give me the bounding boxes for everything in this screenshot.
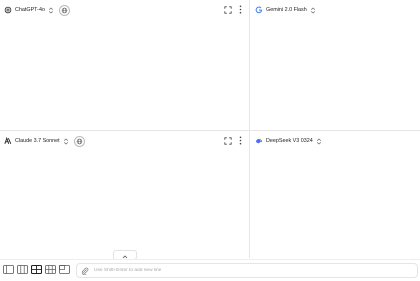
pane-header: Claude 3.7 Sonnet xyxy=(0,131,248,151)
six-grid-layout-icon[interactable] xyxy=(45,265,56,274)
globe-icon[interactable] xyxy=(58,4,70,16)
openai-logo-icon xyxy=(4,6,12,14)
single-layout-icon[interactable] xyxy=(3,265,14,274)
model-selector[interactable]: ChatGPT-4o xyxy=(1,3,57,18)
more-options-icon[interactable] xyxy=(236,5,245,14)
message-input[interactable] xyxy=(94,268,394,273)
model-name: ChatGPT-4o xyxy=(15,7,45,13)
expand-icon[interactable] xyxy=(223,136,232,145)
vertical-divider xyxy=(249,0,250,258)
more-options-icon[interactable] xyxy=(236,136,245,145)
globe-icon[interactable] xyxy=(73,135,85,147)
model-name: Gemini 2.0 Flash xyxy=(266,7,307,13)
model-selector[interactable]: Claude 3.7 Sonnet xyxy=(1,134,72,149)
chevron-updown-icon xyxy=(316,138,322,145)
model-selector[interactable]: DeepSeek V3 0324 xyxy=(252,134,325,149)
expand-icon[interactable] xyxy=(223,5,232,14)
chat-pane-4: DeepSeek V3 0324 xyxy=(251,131,420,258)
picture-in-picture-layout-icon[interactable] xyxy=(59,265,70,274)
chevron-updown-icon xyxy=(48,7,54,14)
message-input-box[interactable] xyxy=(76,263,418,278)
pane-header: ChatGPT-4o xyxy=(0,0,248,20)
chat-pane-3: Claude 3.7 Sonnet xyxy=(0,131,248,258)
pane-header: Gemini 2.0 Flash xyxy=(251,0,420,20)
layout-switcher xyxy=(3,265,70,274)
model-selector[interactable]: Gemini 2.0 Flash xyxy=(252,3,319,18)
chevron-updown-icon xyxy=(310,7,316,14)
bottom-bar xyxy=(0,259,420,281)
anthropic-logo-icon xyxy=(4,137,12,145)
four-grid-layout-icon[interactable] xyxy=(31,265,42,274)
model-name: Claude 3.7 Sonnet xyxy=(15,138,60,144)
model-name: DeepSeek V3 0324 xyxy=(266,138,313,144)
google-logo-icon xyxy=(255,6,263,14)
paperclip-icon[interactable] xyxy=(80,266,90,276)
pane-header: DeepSeek V3 0324 xyxy=(251,131,420,151)
deepseek-logo-icon xyxy=(255,137,263,145)
two-columns-layout-icon[interactable] xyxy=(17,265,28,274)
chat-pane-2: Gemini 2.0 Flash xyxy=(251,0,420,129)
chat-pane-1: ChatGPT-4o xyxy=(0,0,248,129)
chevron-updown-icon xyxy=(63,138,69,145)
